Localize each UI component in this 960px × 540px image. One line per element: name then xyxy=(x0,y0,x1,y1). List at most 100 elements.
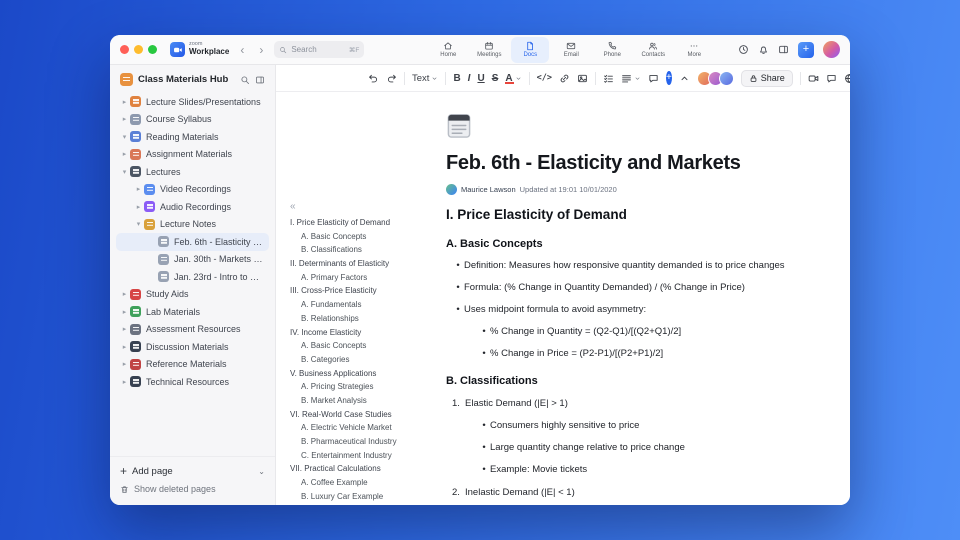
outline-item[interactable]: II. Determinants of Elasticity xyxy=(290,259,424,268)
outline-item[interactable]: III. Cross-Price Elasticity xyxy=(290,286,424,295)
add-page-button[interactable]: + Add page ⌄ xyxy=(120,463,265,479)
outline-item[interactable]: A. Pricing Strategies xyxy=(290,382,424,391)
chevron-right-icon[interactable]: ▸ xyxy=(120,378,129,386)
global-search-input[interactable]: Search ⌘F xyxy=(274,41,365,58)
new-item-button[interactable]: + xyxy=(798,41,814,58)
underline-button[interactable]: U xyxy=(477,73,484,84)
tab-home[interactable]: Home xyxy=(429,37,467,63)
sidebar-toggle-icon[interactable] xyxy=(778,44,789,55)
forward-button[interactable]: › xyxy=(255,44,267,56)
bullet-list-item[interactable]: • Definition: Measures how responsive qua… xyxy=(446,260,814,272)
subsection-heading[interactable]: B. Classifications xyxy=(446,375,814,387)
outline-item[interactable]: VII. Practical Calculations xyxy=(290,464,424,473)
sidebar-item[interactable]: ▸ Video Recordings xyxy=(116,181,269,199)
sidebar-item[interactable]: Feb. 6th - Elasticity and M... xyxy=(116,233,269,251)
back-button[interactable]: ‹ xyxy=(236,44,248,56)
chevron-down-icon[interactable]: ▾ xyxy=(120,133,129,141)
undo-button[interactable] xyxy=(368,73,379,84)
chevron-down-icon[interactable]: ▾ xyxy=(120,168,129,176)
outline-item[interactable]: B. Pharmaceutical Industry xyxy=(290,437,424,446)
outline-item[interactable]: B. Market Analysis xyxy=(290,396,424,405)
collaborator-avatar[interactable] xyxy=(718,70,734,86)
tab-meetings[interactable]: Meetings xyxy=(470,37,508,63)
outline-item[interactable]: IV. Income Elasticity xyxy=(290,328,424,337)
sidebar-item[interactable]: ▾ Lectures xyxy=(116,163,269,181)
outline-item[interactable]: B. Classifications xyxy=(290,245,424,254)
bullet-list-item[interactable]: • Uses midpoint formula to avoid asymmetr… xyxy=(446,304,814,316)
text-color-button[interactable]: A xyxy=(505,73,521,84)
sidebar-collapse-icon[interactable] xyxy=(255,75,265,85)
tab-email[interactable]: Email xyxy=(552,37,590,63)
sidebar-item[interactable]: ▸ Lab Materials xyxy=(116,303,269,321)
redo-button[interactable] xyxy=(386,73,397,84)
sidebar-item[interactable]: ▸ Study Aids xyxy=(116,286,269,304)
sidebar-item[interactable]: ▸ Assignment Materials xyxy=(116,146,269,164)
chevron-down-icon[interactable]: ▾ xyxy=(134,220,143,228)
code-button[interactable]: </> xyxy=(537,73,552,83)
bullet-list-item[interactable]: • Formula: (% Change in Quantity Demanded… xyxy=(446,282,814,294)
sidebar-item[interactable]: ▸ Discussion Materials xyxy=(116,338,269,356)
show-deleted-pages-button[interactable]: Show deleted pages xyxy=(120,481,265,497)
outline-item[interactable]: V. Business Applications xyxy=(290,369,424,378)
image-button[interactable] xyxy=(577,73,588,84)
outline-item[interactable]: C. Entertainment Industry xyxy=(290,451,424,460)
sidebar-item[interactable]: ▸ Course Syllabus xyxy=(116,111,269,129)
bullet-list-item[interactable]: • % Change in Quantity = (Q2-Q1)/[(Q2+Q1)… xyxy=(446,326,814,338)
link-button[interactable] xyxy=(559,73,570,84)
bullet-list-item[interactable]: • Example: Movie tickets xyxy=(446,464,814,476)
sidebar-item[interactable]: ▾ Reading Materials xyxy=(116,128,269,146)
notifications-bell-icon[interactable] xyxy=(758,44,769,55)
chevron-right-icon[interactable]: ▸ xyxy=(120,150,129,158)
sidebar-item[interactable]: ▾ Lecture Notes xyxy=(116,216,269,234)
bullet-list-item[interactable]: • % Change in Price = (P2-P1)/[(P2+P1)/2] xyxy=(446,348,814,360)
comments-panel-button[interactable] xyxy=(826,73,837,84)
align-button[interactable] xyxy=(621,73,641,84)
outline-item[interactable]: B. Categories xyxy=(290,355,424,364)
outline-item[interactable]: A. Electric Vehicle Market xyxy=(290,423,424,432)
chevron-right-icon[interactable]: ▸ xyxy=(120,360,129,368)
sidebar-item[interactable]: Jan. 30th - Markets and P... xyxy=(116,251,269,269)
doc-title[interactable]: Feb. 6th - Elasticity and Markets xyxy=(446,152,814,175)
minimize-window-button[interactable] xyxy=(134,45,143,54)
maximize-window-button[interactable] xyxy=(148,45,157,54)
comment-button[interactable] xyxy=(648,73,659,84)
insert-block-button[interactable]: + xyxy=(665,71,672,85)
collapse-toolbar-button[interactable] xyxy=(679,73,690,84)
bullet-list-item[interactable]: • Large quantity change relative to price… xyxy=(446,442,814,454)
outline-item[interactable]: B. Luxury Car Example xyxy=(290,492,424,501)
outline-item[interactable]: I. Price Elasticity of Demand xyxy=(290,218,424,227)
outline-item[interactable]: A. Coffee Example xyxy=(290,478,424,487)
outline-collapse-button[interactable]: « xyxy=(290,202,296,212)
user-avatar[interactable] xyxy=(823,41,840,58)
sidebar-item[interactable]: ▸ Reference Materials xyxy=(116,356,269,374)
video-call-button[interactable] xyxy=(808,73,819,84)
numbered-list-item[interactable]: 2. Inelastic Demand (|E| < 1) xyxy=(446,487,814,499)
numbered-list-item[interactable]: 1. Elastic Demand (|E| > 1) xyxy=(446,398,814,410)
sidebar-item[interactable]: ▸ Assessment Resources xyxy=(116,321,269,339)
chevron-right-icon[interactable]: ▸ xyxy=(120,325,129,333)
chevron-right-icon[interactable]: ▸ xyxy=(120,343,129,351)
checklist-button[interactable] xyxy=(603,73,614,84)
outline-item[interactable]: A. Primary Factors xyxy=(290,273,424,282)
chevron-right-icon[interactable]: ▸ xyxy=(134,203,143,211)
tab-docs[interactable]: Docs xyxy=(511,36,550,63)
outline-item[interactable]: B. Relationships xyxy=(290,314,424,323)
subsection-heading[interactable]: A. Basic Concepts xyxy=(446,238,814,250)
outline-item[interactable]: A. Basic Concepts xyxy=(290,341,424,350)
bold-button[interactable]: B xyxy=(453,73,460,84)
bullet-list-item[interactable]: • Consumers highly sensitive to price xyxy=(446,420,814,432)
text-style-dropdown[interactable]: Text xyxy=(412,73,438,84)
share-button[interactable]: Share xyxy=(740,69,793,87)
outline-item[interactable]: A. Basic Concepts xyxy=(290,232,424,241)
sidebar-item[interactable]: ▸ Audio Recordings xyxy=(116,198,269,216)
sidebar-item[interactable]: Jan. 23rd - Intro to Econo... xyxy=(116,268,269,286)
chevron-right-icon[interactable]: ▸ xyxy=(120,115,129,123)
sidebar-search-icon[interactable] xyxy=(240,75,250,85)
sidebar-item[interactable]: ▸ Technical Resources xyxy=(116,373,269,391)
italic-button[interactable]: I xyxy=(468,73,471,84)
history-icon[interactable] xyxy=(738,44,749,55)
tab-more[interactable]: More xyxy=(675,37,713,63)
outline-item[interactable]: A. Fundamentals xyxy=(290,300,424,309)
tab-phone[interactable]: Phone xyxy=(593,37,631,63)
chevron-right-icon[interactable]: ▸ xyxy=(120,308,129,316)
